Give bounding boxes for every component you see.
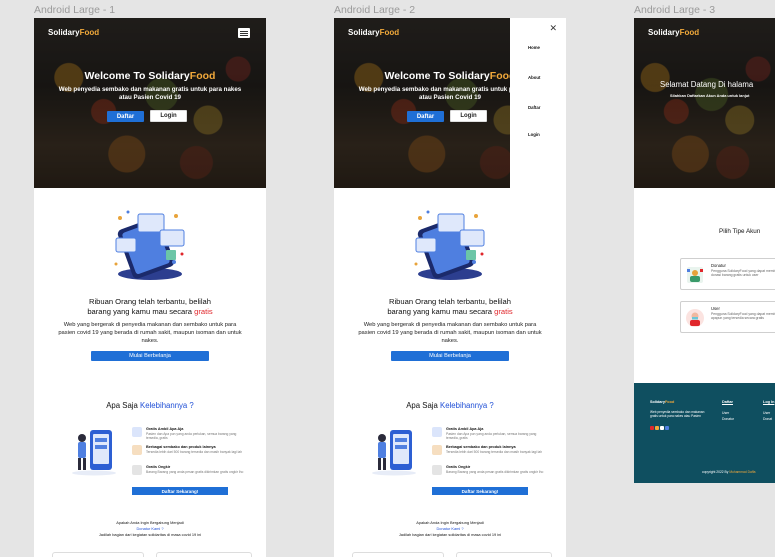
gift-icon bbox=[432, 427, 442, 437]
brand-logo[interactable]: SolidaryFood bbox=[648, 28, 699, 37]
footer-link-donatur[interactable]: Donat bbox=[763, 417, 772, 421]
welcome-title: Selamat Datang Di halama bbox=[660, 80, 754, 89]
menu-item-login[interactable]: Login bbox=[528, 132, 540, 137]
hero-subtitle: Web penyedia sembako dan makanan gratis … bbox=[58, 86, 242, 102]
section1-title: Ribuan Orang telah terbantu, belilah bar… bbox=[87, 297, 213, 316]
section2-title: Apa Saja Kelebihannya ? bbox=[106, 401, 194, 410]
section1-title: Ribuan Orang telah terbantu, belilah bar… bbox=[387, 297, 513, 316]
login-button[interactable]: Login bbox=[150, 110, 187, 122]
card-stub bbox=[156, 552, 252, 557]
section1-description: Web yang bergerak di penyedia makanan da… bbox=[58, 322, 242, 344]
truck-icon bbox=[132, 465, 142, 475]
join-donatur-text: Apakah Anda Ingin Bergabung Menjadi Dona… bbox=[398, 520, 502, 537]
brand-logo[interactable]: SolidaryFood bbox=[48, 28, 99, 37]
side-menu-panel: ✕ Home About Daftar Login bbox=[510, 18, 566, 188]
hamburger-menu-icon[interactable] bbox=[238, 28, 250, 38]
menu-item-daftar[interactable]: Daftar bbox=[528, 105, 540, 110]
hero-title: Welcome To SolidaryFood bbox=[84, 70, 216, 82]
shopping-phone-illustration bbox=[414, 210, 485, 280]
footer-link-donatur[interactable]: Donatur bbox=[722, 417, 734, 421]
join-donatur-text: Apakah Anda Ingin Bergabung Menjadi Dona… bbox=[98, 520, 202, 537]
section1-description: Web yang bergerak di penyedia makanan da… bbox=[358, 322, 542, 344]
gift-icon bbox=[132, 427, 142, 437]
hero-banner: SolidaryFood Welcome To SolidaryFood Web… bbox=[34, 18, 266, 188]
daftar-sekarang-button[interactable]: Daftar Sekarang! bbox=[432, 487, 528, 495]
truck-icon bbox=[432, 465, 442, 475]
menu-item-about[interactable]: About bbox=[528, 75, 540, 80]
frame-android-large-2[interactable]: SolidaryFood Welcome To SolidaryFood Web… bbox=[334, 18, 566, 557]
section2-title: Apa Saja Kelebihannya ? bbox=[406, 401, 494, 410]
footer-link-user[interactable]: User bbox=[763, 411, 770, 415]
design-canvas: Android Large - 1 Android Large - 2 Andr… bbox=[0, 0, 775, 557]
daftar-button[interactable]: Daftar bbox=[107, 111, 144, 122]
donatur-avatar-icon bbox=[687, 267, 703, 283]
social-icons bbox=[650, 426, 669, 430]
card-stub bbox=[456, 552, 552, 557]
footer-col-login[interactable]: Log In bbox=[763, 400, 774, 404]
footer-link-user[interactable]: User bbox=[722, 411, 729, 415]
phone-person-illustration bbox=[372, 430, 416, 476]
brand-logo[interactable]: SolidaryFood bbox=[348, 28, 399, 37]
footer-logo[interactable]: SolidaryFood bbox=[650, 400, 674, 404]
frame-label-3[interactable]: Android Large - 3 bbox=[634, 4, 715, 16]
mulai-berbelanja-button[interactable]: Mulai Berbelanja bbox=[91, 351, 209, 361]
frame-android-large-3[interactable]: SolidaryFood Selamat Datang Di halama Si… bbox=[634, 18, 775, 483]
footer-col-daftar[interactable]: Daftar bbox=[722, 400, 733, 404]
instagram-icon[interactable] bbox=[650, 426, 654, 430]
phone-person-illustration bbox=[72, 430, 116, 476]
role-card-donatur[interactable]: Donatur Pengguna SolidaryFood yang dapat… bbox=[680, 258, 775, 290]
grocery-icon bbox=[132, 445, 142, 455]
welcome-subtitle: Silahkan Daftarkan Akun Anda untuk lanju… bbox=[670, 93, 750, 98]
twitter-icon[interactable] bbox=[660, 426, 664, 430]
copyright-text: copyright 2022 By Muhammad Daffa bbox=[702, 470, 756, 474]
close-icon[interactable]: ✕ bbox=[549, 23, 557, 34]
grocery-icon bbox=[432, 445, 442, 455]
daftar-button[interactable]: Daftar bbox=[407, 111, 444, 122]
site-footer: SolidaryFood Web penyedia sembako dan ma… bbox=[634, 383, 775, 483]
linkedin-icon[interactable] bbox=[665, 426, 669, 430]
card-stub bbox=[52, 552, 144, 557]
frame-android-large-1[interactable]: SolidaryFood Welcome To SolidaryFood Web… bbox=[34, 18, 266, 557]
shopping-phone-illustration bbox=[114, 210, 185, 280]
role-card-user[interactable]: User Pengguna SolidaryFood yang dapat me… bbox=[680, 301, 775, 333]
facebook-icon[interactable] bbox=[655, 426, 659, 430]
card-stub bbox=[352, 552, 444, 557]
account-type-heading: Pilih Tipe Akun bbox=[719, 228, 761, 235]
daftar-sekarang-button[interactable]: Daftar Sekarang! bbox=[132, 487, 228, 495]
menu-item-home[interactable]: Home bbox=[528, 45, 540, 50]
hero-banner: SolidaryFood Selamat Datang Di halama Si… bbox=[634, 18, 775, 188]
frame-label-2[interactable]: Android Large - 2 bbox=[334, 4, 415, 16]
footer-description: Web penyedia sembako dan makanan gratis … bbox=[650, 410, 705, 419]
user-avatar-icon bbox=[686, 309, 704, 327]
login-button[interactable]: Login bbox=[450, 110, 487, 122]
frame-label-1[interactable]: Android Large - 1 bbox=[34, 4, 115, 16]
mulai-berbelanja-button[interactable]: Mulai Berbelanja bbox=[391, 351, 509, 361]
